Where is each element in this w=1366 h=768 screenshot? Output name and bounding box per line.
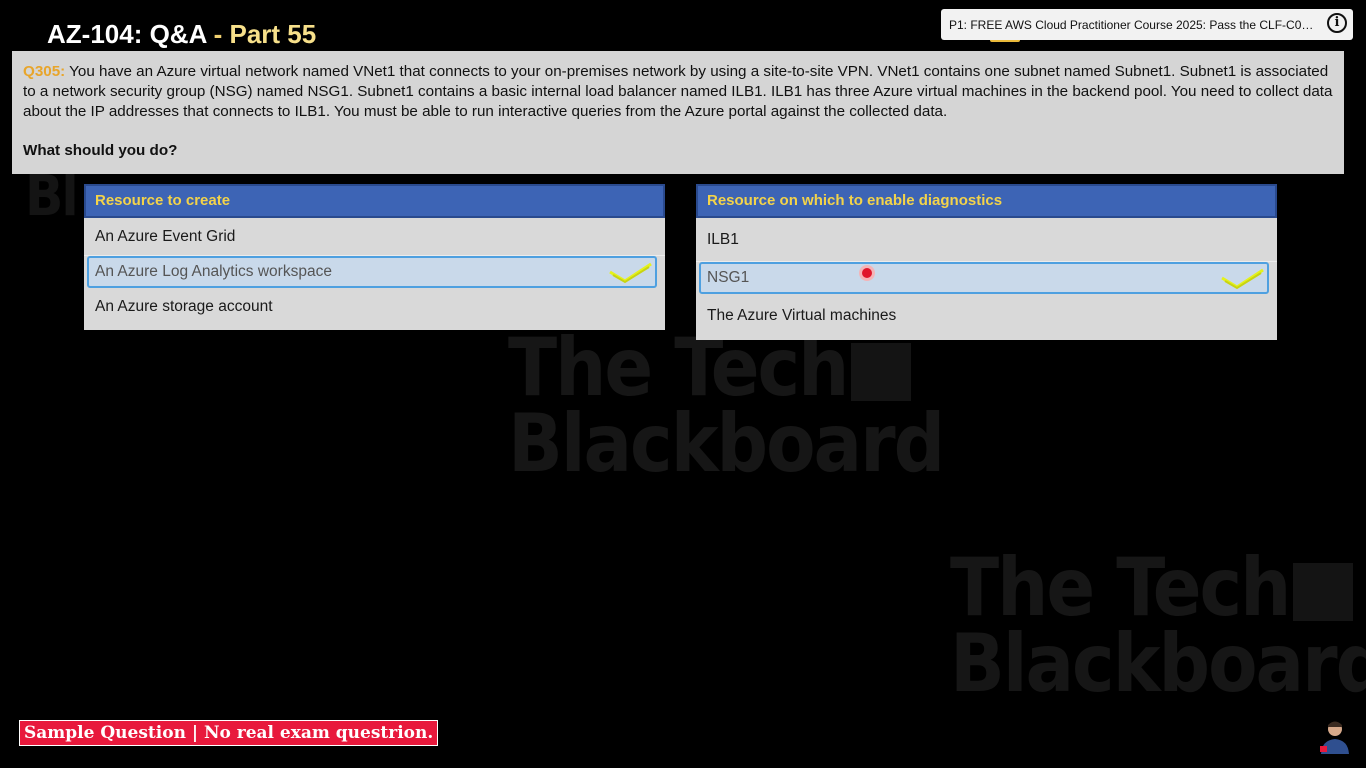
watermark-left: Bl [25,164,79,229]
check-mark-icon [1221,268,1264,290]
page-title: AZ-104: Q&A - Part 55 [47,19,317,49]
resource-to-create-panel: Resource to create An Azure Event Grid A… [84,184,665,330]
panel-header: Resource to create [84,184,665,218]
option-event-grid[interactable]: An Azure Event Grid [84,218,665,256]
diagnostics-resource-panel: Resource on which to enable diagnostics … [696,184,1277,340]
option-storage-account[interactable]: An Azure storage account [84,288,665,326]
presenter-avatar-icon [1316,716,1354,754]
sample-question-badge: Sample Question | No real exam questrion… [19,720,439,746]
panel-header: Resource on which to enable diagnostics [696,184,1277,218]
option-ilb1[interactable]: ILB1 [696,218,1277,262]
question-ask: What should you do? [23,142,178,159]
question-text: Q305: You have an Azure virtual network … [23,63,1333,120]
info-icon[interactable]: i [1327,13,1347,33]
watermark-center: The Tech Blackboard [508,321,945,490]
option-nsg1-selected[interactable]: NSG1 [699,262,1269,294]
cursor-dot-icon [862,268,872,278]
check-mark-icon [609,262,652,284]
question-box: Q305: You have an Azure virtual network … [12,51,1344,174]
video-title[interactable]: P1: FREE AWS Cloud Practitioner Course 2… [941,18,1314,32]
question-number: Q305: [23,63,66,80]
watermark-right: The Tech Blackboard [950,541,1366,710]
option-log-analytics-selected[interactable]: An Azure Log Analytics workspace [87,256,657,288]
option-virtual-machines[interactable]: The Azure Virtual machines [696,294,1277,338]
video-title-bar[interactable]: P1: FREE AWS Cloud Practitioner Course 2… [941,9,1353,40]
